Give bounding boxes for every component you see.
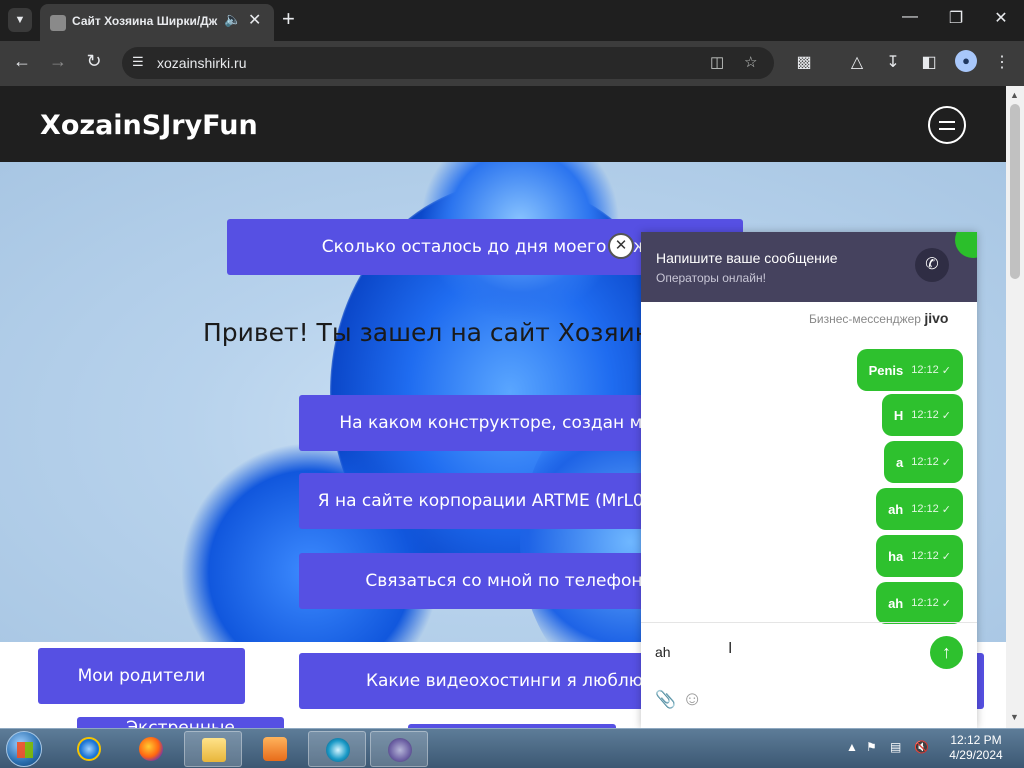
address-bar[interactable]: ☰ xozainshirki.ru ◫ ☆ [122,47,774,79]
volume-muted-icon[interactable]: 🔇 [914,740,929,754]
chat-widget: Напишите ваше сообщение Операторы онлайн… [641,232,977,728]
translate-icon[interactable]: ◫ [710,53,724,71]
reload-icon[interactable]: ↻ [82,51,106,72]
emoji-smile-icon[interactable]: ☺ [682,688,702,711]
message-text: ha [888,548,904,564]
brand-line: Бизнес-мессенджер jivo [809,310,948,326]
windows-logo-icon [17,742,33,758]
hero-title: Привет! Ты зашел на сайт Хозяин [203,318,652,347]
delivered-check-icon: ✓ [941,456,951,469]
site-logo[interactable]: XozainSJryFun [40,110,258,141]
firefox-icon [139,737,163,761]
message-text: Penis [868,362,904,378]
windows-taskbar: ▲ ⚑ ▤ 🔇 12:12 PM 4/29/2024 [0,728,1024,768]
taskbar-app[interactable] [370,731,428,767]
chat-message: ah 12:12 ✓ [876,582,963,624]
browser-toolbar: ← → ↻ ☰ xozainshirki.ru ◫ ☆ ▩ △ ↧ ◧ ● ⋮ [0,41,1024,86]
media-player-icon [263,737,287,761]
message-time: 12:12 [911,550,939,562]
taskbar-chrome[interactable] [308,731,366,767]
text-cursor-icon: I [728,640,733,657]
message-time: 12:12 [911,456,939,468]
back-arrow-icon[interactable]: ← [10,51,34,72]
browser-tab[interactable]: Сайт Хозяина Ширки/Дж 🔈 ✕ [40,4,274,41]
browser-app-icon [326,738,350,762]
clock-time: 12:12 PM [950,733,1002,747]
paperclip-icon[interactable]: 📎 [655,690,676,710]
minimize-icon[interactable]: — [898,8,922,26]
chat-message-input[interactable] [655,641,905,663]
message-time: 12:12 [911,503,939,515]
action-center-flag-icon[interactable]: ⚑ [866,740,877,754]
labs-flask-icon[interactable]: △ [846,52,868,72]
message-time: 12:12 [911,409,939,421]
delivered-check-icon: ✓ [941,364,951,377]
brand-label: Бизнес-мессенджер [809,312,921,326]
send-arrow-icon[interactable]: ↑ [930,636,963,669]
chat-header-subtitle: Операторы онлайн! [656,271,766,285]
taskbar-media-player[interactable] [246,731,304,767]
chat-message: ah 12:12 ✓ [876,488,963,530]
message-text: ah [888,501,904,517]
restore-icon[interactable]: ❐ [944,8,968,28]
taskbar-internet-explorer[interactable] [60,731,118,767]
tab-search-icon[interactable]: ▼ [8,8,32,32]
show-hidden-icons[interactable]: ▲ [846,740,858,754]
chat-status-corner [955,232,977,258]
delivered-check-icon: ✓ [941,409,951,422]
site-favicon-icon [50,15,66,31]
message-text: H [893,407,904,423]
message-time: 12:12 [911,597,939,609]
start-button[interactable] [6,731,42,767]
message-text: a [896,454,904,470]
forward-arrow-icon[interactable]: → [46,51,70,72]
delivered-check-icon: ✓ [941,503,951,516]
app-icon [388,738,412,762]
chat-message: H 12:12 ✓ [881,394,963,436]
chat-divider [641,622,977,623]
emergency-button[interactable]: Экстренные [77,717,284,728]
side-panel-icon[interactable]: ◧ [918,52,940,72]
scroll-up-icon[interactable]: ▲ [1010,90,1019,100]
download-icon[interactable]: ↧ [882,52,904,72]
site-header: XozainSJryFun [0,86,1006,162]
taskbar-explorer[interactable] [184,731,242,767]
close-chat-icon[interactable]: ✕ [608,233,634,259]
taskbar-clock[interactable]: 12:12 PM 4/29/2024 [944,733,1008,763]
new-tab-icon[interactable]: + [282,6,295,32]
taskbar-firefox[interactable] [122,731,180,767]
close-tab-icon[interactable]: ✕ [248,10,261,30]
jivo-logo: jivo [924,310,949,326]
chat-message: ha 12:12 ✓ [876,535,963,577]
delivered-check-icon: ✓ [941,550,951,563]
url-text[interactable]: xozainshirki.ru [157,55,246,71]
menu-dots-icon[interactable]: ⋮ [991,52,1013,72]
phone-call-icon[interactable]: ✆ [915,248,949,282]
chat-header-title: Напишите ваше сообщение [656,250,838,266]
chat-message: Penis 12:12 ✓ [856,349,963,391]
clock-date: 4/29/2024 [949,748,1003,762]
scroll-thumb[interactable] [1010,104,1020,279]
tab-title: Сайт Хозяина Ширки/Дж [72,14,218,28]
message-text: ah [888,595,904,611]
parents-button[interactable]: Мои родители [38,648,245,704]
delivered-check-icon: ✓ [941,597,951,610]
chat-header: Напишите ваше сообщение Операторы онлайн… [641,232,977,302]
network-icon[interactable]: ▤ [890,740,901,754]
internet-explorer-icon [77,737,101,761]
browser-tab-strip: ▼ Сайт Хозяина Ширки/Дж 🔈 ✕ + — ❐ ✕ [0,0,1024,41]
close-window-icon[interactable]: ✕ [989,8,1013,28]
folder-icon [202,738,226,762]
hamburger-menu-icon[interactable] [928,106,966,144]
message-time: 12:12 [911,364,939,376]
scroll-down-icon[interactable]: ▼ [1010,712,1019,722]
speaker-icon[interactable]: 🔈 [224,11,241,28]
profile-avatar-icon[interactable]: ● [955,50,977,72]
site-info-icon[interactable]: ☰ [132,54,144,70]
bookmark-star-icon[interactable]: ☆ [744,53,757,71]
chat-message: a 12:12 ✓ [884,441,963,483]
extensions-icon[interactable]: ▩ [793,52,815,72]
page-scrollbar[interactable]: ▲ ▼ [1006,86,1024,728]
